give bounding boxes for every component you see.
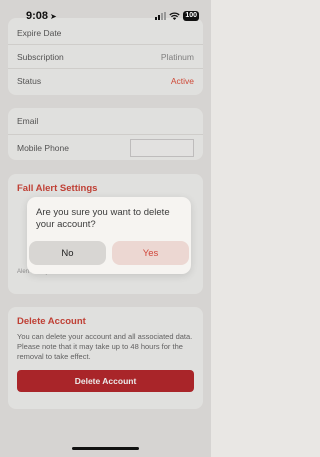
wifi-icon xyxy=(169,12,180,20)
location-arrow-icon: ➤ xyxy=(50,11,57,21)
status-bar: 9:08 ➤ 100 xyxy=(0,0,211,32)
dialog-buttons: No Yes xyxy=(28,241,190,265)
no-button[interactable]: No xyxy=(29,241,106,265)
yes-button[interactable]: Yes xyxy=(112,241,189,265)
clock: 9:08 xyxy=(26,10,49,22)
confirm-delete-dialog: Are you sure you want to delete your acc… xyxy=(27,197,191,274)
battery-indicator: 100 xyxy=(183,11,199,21)
status-time: 9:08 ➤ xyxy=(26,10,57,22)
dialog-message: Are you sure you want to delete your acc… xyxy=(36,207,170,230)
status-icons: 100 xyxy=(155,11,199,21)
signal-icon xyxy=(155,12,167,20)
home-indicator xyxy=(72,447,139,450)
